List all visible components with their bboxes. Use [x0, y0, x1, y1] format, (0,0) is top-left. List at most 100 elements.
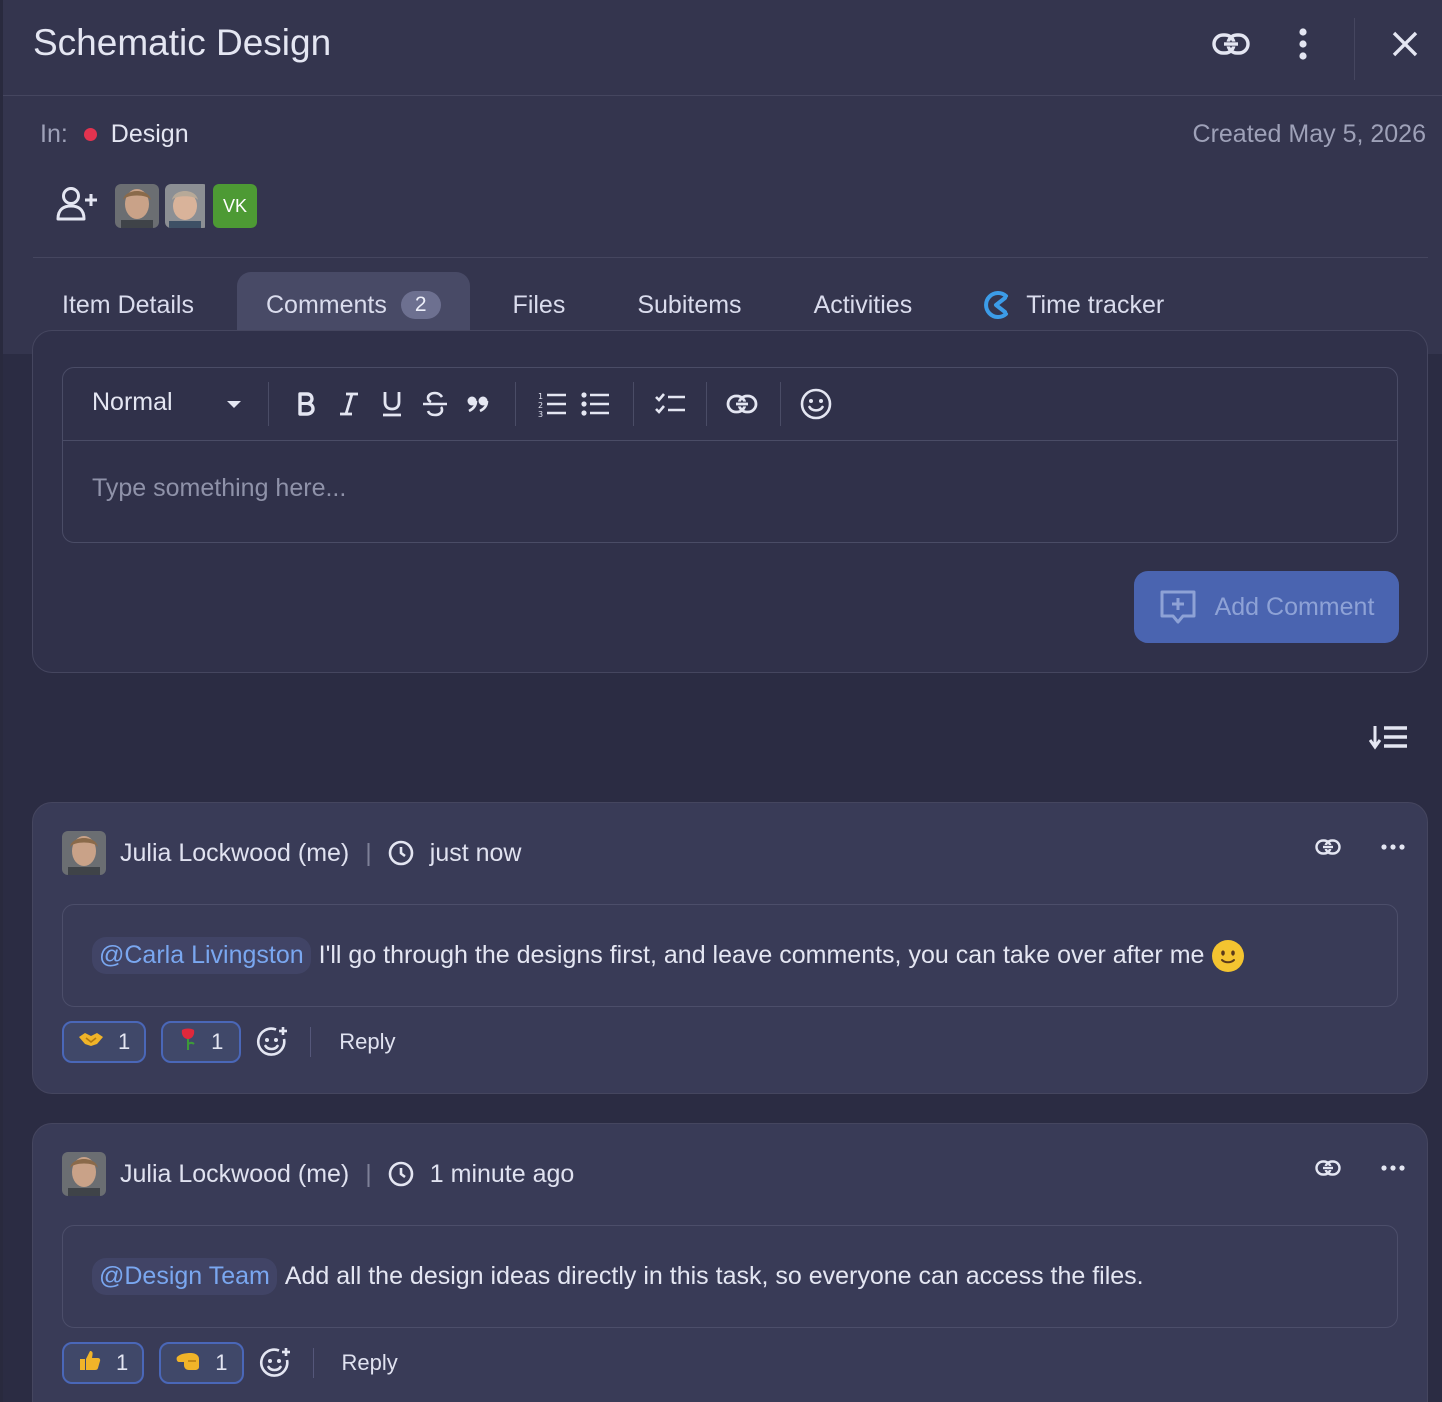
leftwards-hand-emoji-icon: [175, 1349, 201, 1377]
add-reaction-icon[interactable]: [256, 1025, 290, 1059]
tab-label: Comments: [265, 290, 387, 319]
toolbar-divider: [633, 382, 634, 426]
member-avatar[interactable]: [115, 184, 159, 228]
separator: |: [365, 838, 372, 867]
title-row: Schematic Design: [3, 0, 1442, 96]
clock-icon: [388, 1161, 414, 1187]
more-horizontal-icon[interactable]: [1381, 1165, 1405, 1171]
copy-link-icon[interactable]: [1315, 839, 1341, 855]
member-avatar[interactable]: [165, 184, 209, 228]
link-icon[interactable]: [725, 386, 759, 422]
sort-order-icon[interactable]: [1368, 720, 1409, 757]
reaction-button[interactable]: 1: [161, 1021, 242, 1063]
tab-label: Files: [512, 290, 566, 319]
time-tracker-icon: [984, 289, 1012, 321]
comment-author[interactable]: Julia Lockwood (me): [120, 839, 349, 868]
svg-text:3: 3: [538, 410, 543, 418]
tab-label: Time tracker: [1026, 290, 1165, 319]
board-name[interactable]: Design: [111, 120, 189, 149]
rose-emoji-icon: [179, 1027, 197, 1057]
comment-text: Add all the design ideas directly in thi…: [284, 1262, 1144, 1290]
tab-time-tracker[interactable]: Time tracker: [955, 272, 1193, 338]
board-color-dot: [83, 128, 97, 141]
item-header: Schematic Design In: Design Created May …: [3, 0, 1442, 354]
item-title[interactable]: Schematic Design: [33, 22, 331, 64]
comment-actions: [1315, 839, 1405, 855]
tab-item-details[interactable]: Item Details: [33, 272, 223, 338]
item-panel: Schematic Design In: Design Created May …: [3, 0, 1442, 1402]
bold-icon[interactable]: [289, 386, 323, 422]
add-reaction-icon[interactable]: [259, 1346, 293, 1380]
comment-author[interactable]: Julia Lockwood (me): [120, 1160, 349, 1189]
italic-icon[interactable]: [332, 386, 366, 422]
comment-time: just now: [429, 838, 522, 867]
chevron-down-icon: [226, 388, 242, 417]
reaction-count: 1: [116, 1350, 129, 1375]
comment-editor-card: Normal 1 2 3 Type something here... Add …: [32, 330, 1428, 673]
reaction-count: 1: [215, 1350, 228, 1375]
link-icon[interactable]: [1209, 22, 1253, 66]
reaction-button[interactable]: 1: [62, 1021, 147, 1063]
tab-files[interactable]: Files: [484, 272, 595, 338]
member-avatar-initials[interactable]: VK: [213, 184, 257, 228]
tab-label: Activities: [813, 290, 913, 319]
slightly-smiling-emoji-icon: [1212, 939, 1245, 972]
checklist-icon[interactable]: [653, 386, 687, 422]
handshake-emoji-icon: [78, 1030, 104, 1054]
reaction-button[interactable]: 1: [62, 1342, 145, 1384]
members-row: VK: [55, 184, 261, 228]
add-comment-button[interactable]: Add Comment: [1134, 571, 1399, 643]
toolbar-divider: [515, 382, 516, 426]
add-member-icon[interactable]: [55, 186, 111, 227]
tab-activities[interactable]: Activities: [785, 272, 942, 338]
strikethrough-icon[interactable]: [418, 386, 452, 422]
separator: [312, 1348, 314, 1378]
toolbar-divider: [706, 382, 707, 426]
comment-header: Julia Lockwood (me) | just now: [62, 831, 521, 875]
author-avatar[interactable]: [62, 1152, 106, 1196]
text-format-select[interactable]: Normal: [92, 388, 242, 417]
svg-text:2: 2: [538, 401, 543, 410]
reply-button[interactable]: Reply: [342, 1350, 398, 1376]
ordered-list-icon[interactable]: 123: [535, 386, 569, 422]
comment-card: Julia Lockwood (me) | just now @Carla Li…: [32, 802, 1428, 1094]
reaction-count: 1: [211, 1029, 224, 1054]
comment-header: Julia Lockwood (me) | 1 minute ago: [62, 1152, 574, 1196]
mention-tag[interactable]: @Carla Livingston: [92, 937, 311, 974]
more-vertical-icon[interactable]: [1281, 22, 1325, 66]
comment-input[interactable]: Type something here...: [92, 474, 346, 503]
comment-actions: [1315, 1160, 1405, 1176]
comment-editor: Normal 1 2 3 Type something here...: [62, 367, 1398, 543]
reply-button[interactable]: Reply: [339, 1029, 395, 1055]
reaction-count: 1: [118, 1029, 131, 1054]
reaction-button[interactable]: 1: [159, 1342, 244, 1384]
bullet-list-icon[interactable]: [578, 386, 612, 422]
add-comment-label: Add Comment: [1214, 592, 1375, 621]
comment-card: Julia Lockwood (me) | 1 minute ago @Desi…: [32, 1123, 1428, 1402]
created-date: Created May 5, 2026: [1192, 120, 1426, 148]
thumbs-up-emoji-icon: [78, 1348, 102, 1378]
toolbar-divider: [268, 382, 269, 426]
reactions-row: 1 1 Reply: [62, 1342, 398, 1384]
tab-label: Item Details: [62, 290, 194, 319]
more-horizontal-icon[interactable]: [1381, 844, 1405, 850]
quote-icon[interactable]: [461, 386, 495, 422]
copy-link-icon[interactable]: [1315, 1160, 1341, 1176]
in-label: In:: [40, 120, 68, 148]
svg-text:1: 1: [538, 392, 543, 401]
close-icon[interactable]: [1383, 22, 1427, 66]
tab-subitems[interactable]: Subitems: [608, 272, 770, 338]
mention-tag[interactable]: @Design Team: [92, 1258, 277, 1295]
editor-toolbar: Normal 1 2 3: [63, 368, 1397, 441]
tab-label: Subitems: [637, 290, 742, 319]
tabs-divider: [33, 257, 1428, 258]
clock-icon: [388, 840, 414, 866]
comment-body: @Carla Livingston I'll go through the de…: [62, 904, 1398, 1007]
text-format-value: Normal: [92, 388, 173, 416]
author-avatar[interactable]: [62, 831, 106, 875]
emoji-icon[interactable]: [799, 386, 833, 422]
add-comment-icon: [1159, 589, 1215, 625]
separator: [310, 1027, 312, 1057]
tab-comments[interactable]: Comments 2: [236, 272, 470, 352]
underline-icon[interactable]: [375, 386, 409, 422]
